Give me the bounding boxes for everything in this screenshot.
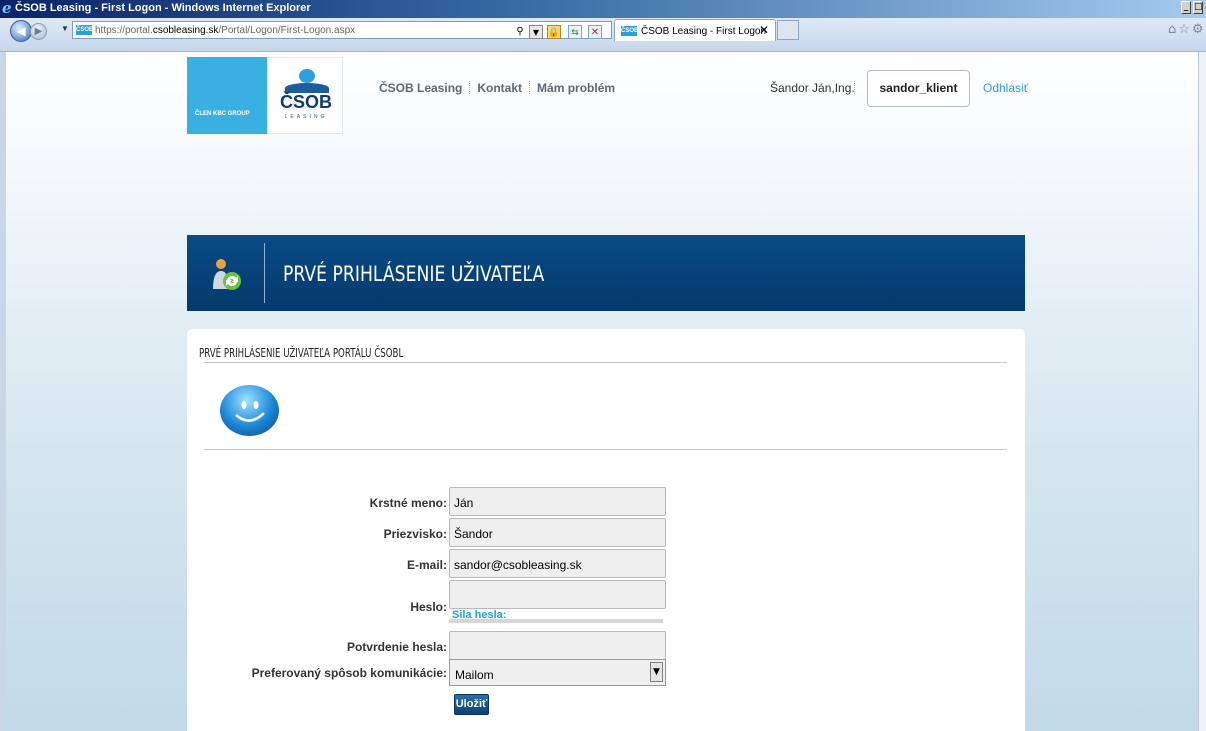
ie-logo-icon: e <box>2 0 12 17</box>
navigation-bar: ◀ ▶ ▼ ČSOB https://portal.csobleasing.sk… <box>0 18 1206 52</box>
email-input[interactable]: sandor@csobleasing.sk <box>449 549 666 578</box>
home-icon[interactable]: ⌂ <box>1168 22 1178 37</box>
nav-link-kontakt[interactable]: Kontakt <box>477 81 522 95</box>
site-favicon-icon: ČSOB <box>76 25 94 35</box>
divider-bottom <box>204 449 1007 450</box>
search-icon[interactable]: ⚲ <box>513 25 527 39</box>
nav-separator <box>529 81 531 94</box>
back-button[interactable]: ◀ <box>10 20 32 42</box>
logout-link[interactable]: Odhlásiť <box>983 81 1028 95</box>
csob-leasing-logo[interactable]: ČSOB LEASING <box>267 57 343 134</box>
password-input[interactable] <box>449 580 666 609</box>
user-full-name: Šandor Ján,Ing. <box>770 81 855 95</box>
first-name-label: Krstné meno: <box>369 496 447 510</box>
user-separator <box>854 81 855 94</box>
browser-toolbar-icons: ⌂☆⚙ <box>1168 22 1206 38</box>
url-prefix: https://portal. <box>95 25 153 36</box>
lock-icon[interactable]: 🔒 <box>547 25 561 39</box>
stop-icon[interactable]: ✕ <box>588 25 602 39</box>
smiley-face-icon <box>235 401 265 422</box>
user-refresh-icon <box>213 259 241 290</box>
logo-word: ČSOB <box>279 92 332 112</box>
first-name-input[interactable]: Ján <box>449 487 666 516</box>
logo-subtitle: LEASING <box>284 114 328 120</box>
window-title: ČSOB Leasing - First Logon - Windows Int… <box>15 2 311 14</box>
tab-close-icon[interactable]: ✕ <box>759 24 769 37</box>
kbc-label: ČLEN KBC GROUP <box>195 111 250 117</box>
address-dropdown-icon[interactable]: ▼ <box>529 25 543 39</box>
window-title-bar: e ČSOB Leasing - First Logon - Windows I… <box>0 0 1206 18</box>
communication-select[interactable]: Mailom ▼ <box>449 659 666 686</box>
email-label: E-mail: <box>406 558 447 572</box>
save-button[interactable]: Uložiť <box>454 694 489 715</box>
password-confirm-label: Potvrdenie hesla: <box>346 640 447 654</box>
last-name-label: Priezvisko: <box>383 527 447 541</box>
tools-gear-icon[interactable]: ⚙ <box>1192 22 1206 37</box>
form-subtitle: PRVÉ PRIHLÁSENIE UŽIVATEĽA PORTÁLU ČSOBL <box>199 346 404 360</box>
vertical-scrollbar[interactable] <box>1198 52 1206 731</box>
password-label: Heslo: <box>410 600 447 614</box>
nav-link-csob-leasing[interactable]: ČSOB Leasing <box>379 81 462 95</box>
history-dropdown-icon[interactable]: ▼ <box>61 24 69 33</box>
password-strength-bar <box>449 619 663 623</box>
page-header: PRVÉ PRIHLÁSENIE UŽIVATEĽA <box>187 235 1025 311</box>
back-arrow-icon: ◀ <box>16 24 26 38</box>
forward-button[interactable]: ▶ <box>30 23 47 40</box>
header-divider <box>264 243 265 303</box>
top-navigation: ČSOB Leasing Kontakt Mám problém <box>379 81 615 95</box>
password-confirm-input[interactable] <box>449 631 666 660</box>
tab-label: ČSOB Leasing - First Logon <box>641 26 767 37</box>
forward-arrow-icon: ▶ <box>34 26 43 37</box>
kbc-group-logo: ČLEN KBC GROUP <box>187 57 267 134</box>
minimize-button[interactable]: _ <box>1181 1 1191 14</box>
username-box[interactable]: sandor_klient <box>867 70 970 107</box>
address-url[interactable]: https://portal.csobleasing.sk/Portal/Log… <box>95 25 355 36</box>
maximize-button[interactable]: □ <box>1193 1 1203 14</box>
new-tab-button[interactable] <box>777 20 799 40</box>
url-domain: csobleasing.sk <box>152 25 219 36</box>
nav-link-mam-problem[interactable]: Mám problém <box>537 81 615 95</box>
communication-selected-value: Mailom <box>455 668 494 682</box>
last-name-input[interactable]: Šandor <box>449 518 666 547</box>
smiley-icon <box>220 385 279 436</box>
tab-favicon-icon: ČSOB <box>621 26 639 36</box>
url-path: /Portal/Logon/First-Logon.aspx <box>218 25 356 36</box>
logo-figure-head-icon <box>299 69 315 83</box>
address-bar[interactable]: ČSOB https://portal.csobleasing.sk/Porta… <box>72 21 612 39</box>
form-panel: PRVÉ PRIHLÁSENIE UŽIVATEĽA PORTÁLU ČSOBL… <box>187 329 1025 731</box>
compatibility-view-icon[interactable]: ⇆ <box>568 25 582 39</box>
nav-separator <box>469 81 471 94</box>
chevron-down-icon[interactable]: ▼ <box>650 662 663 682</box>
tab-csob-first-logon[interactable]: ČSOB ČSOB Leasing - First Logon ✕ <box>614 19 776 41</box>
page-title: PRVÉ PRIHLÁSENIE UŽIVATEĽA <box>283 262 545 286</box>
page-viewport: ČLEN KBC GROUP ČSOB LEASING ČSOB Leasing… <box>6 52 1198 731</box>
favorites-star-icon[interactable]: ☆ <box>1178 22 1192 37</box>
divider-top <box>204 362 1007 363</box>
communication-label: Preferovaný spôsob komunikácie: <box>251 666 447 680</box>
